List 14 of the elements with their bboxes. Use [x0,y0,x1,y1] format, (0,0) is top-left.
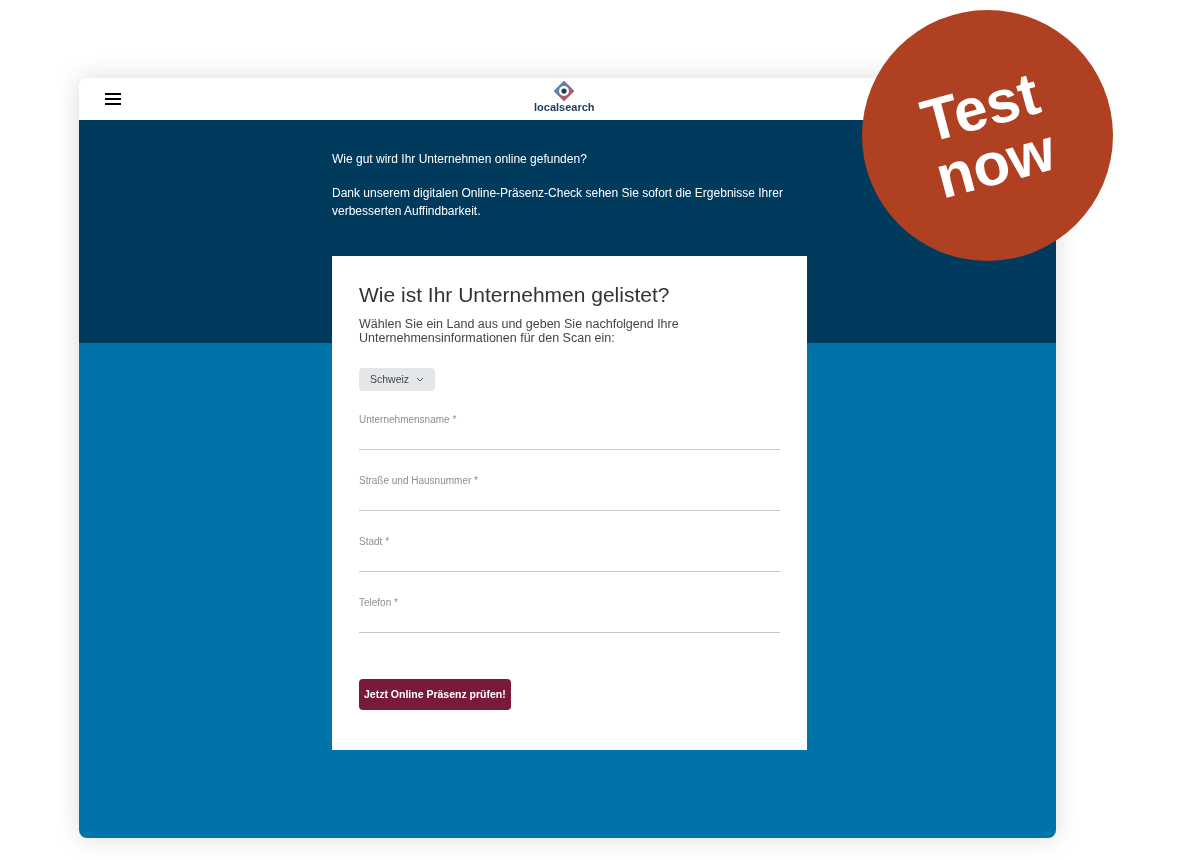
input-field[interactable]: Unternehmensname * [359,407,780,450]
intro-text: Dank unserem digitalen Online-Präsenz-Check sehen Sie sofort die Ergebnisse Ihrer verbesserten Auffindbarkeit. [332,185,784,220]
form-subtitle: Wählen Sie ein Land aus und geben Sie nachfolgend Ihre Unternehmensinformationen für den Scan ein: [359,317,680,345]
input-field[interactable]: Straße und Hausnummer * [359,468,780,511]
submit-button[interactable]: Jetzt Online Präsenz prüfen! [359,679,511,710]
intro-question: Wie gut wird Ihr Unternehmen online gefunden? [332,151,588,168]
menu-icon[interactable] [105,93,121,105]
form-title: Wie ist Ihr Unternehmen gelistet? [359,282,671,308]
input-field[interactable]: Telefon * [359,590,780,633]
chevron-down-icon [416,377,425,382]
eye-logo-icon [553,81,576,101]
input-field[interactable]: Stadt * [359,529,780,572]
country-dropdown[interactable]: Schweiz [359,368,436,391]
logo-text: localsearch [534,102,595,113]
